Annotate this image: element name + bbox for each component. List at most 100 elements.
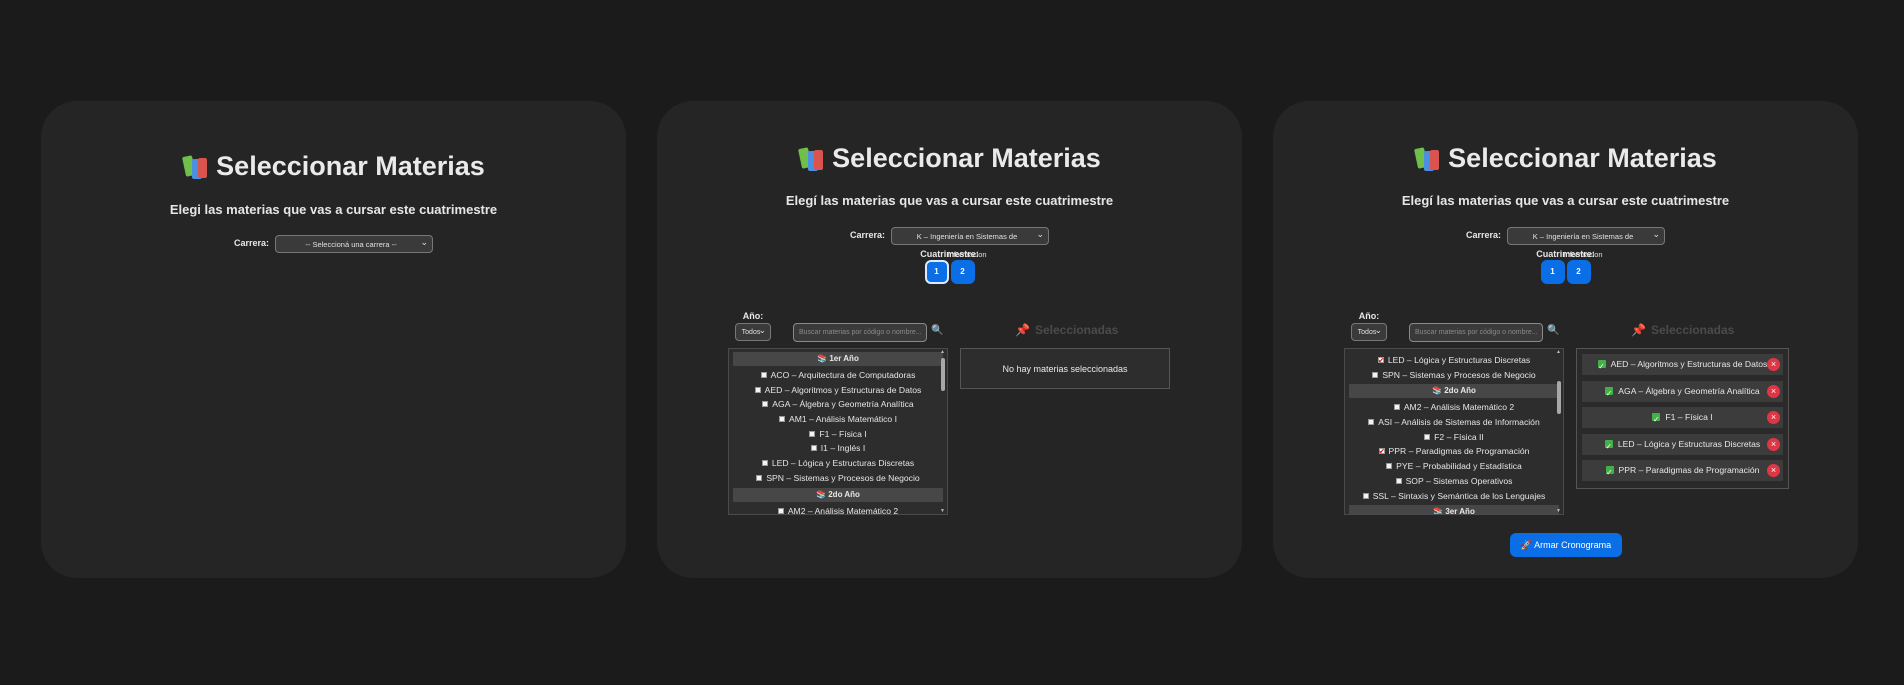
remove-icon[interactable]: × — [1767, 358, 1780, 371]
list-item[interactable]: F2 – Física II — [1345, 430, 1563, 445]
remove-icon[interactable]: × — [1767, 384, 1780, 398]
remove-icon[interactable]: × — [1767, 437, 1780, 451]
list-item[interactable]: LED – Lógica y Estructuras Discretas — [729, 456, 947, 471]
page-title: Seleccionar Materias — [1273, 143, 1858, 174]
cuatrimestre-buttons: 12 — [1273, 260, 1858, 284]
search-icon: 🔍 — [1547, 325, 1560, 336]
materia-checkbox[interactable] — [760, 372, 767, 378]
carrera-label: Carrera: — [1465, 230, 1502, 241]
list-item[interactable]: I1 – Inglés I — [729, 441, 947, 456]
materia-checkbox[interactable] — [1395, 477, 1402, 484]
materia-checkbox[interactable] — [756, 474, 763, 481]
materia-checkbox[interactable] — [761, 460, 768, 467]
books-icon — [182, 153, 210, 179]
carrera-row: Carrera: K – Ingeniería en Sistemas de In… — [1273, 225, 1858, 259]
materia-checkbox[interactable] — [809, 430, 816, 437]
cuatrimestre-2-button[interactable]: 2 — [1566, 260, 1591, 284]
scroll-thumb[interactable] — [941, 358, 945, 391]
carrera-label: Carrera: — [233, 238, 270, 249]
materia-checkbox[interactable] — [1362, 492, 1369, 499]
anio-label: Año: — [742, 311, 764, 321]
list-item[interactable]: LED – Lógica y Estructuras Discretas — [1345, 353, 1563, 369]
list-scrollbar[interactable]: ▲ ▼ — [940, 349, 946, 514]
anio-label: Año: — [1358, 311, 1380, 321]
cuatrimestre-1-button[interactable]: 1 — [1540, 260, 1565, 284]
materia-checkbox[interactable] — [1377, 354, 1385, 369]
books-icon — [1414, 145, 1442, 171]
scroll-down-icon[interactable]: ▼ — [1556, 508, 1561, 514]
seleccionadas-title-text: Seleccionadas — [1034, 323, 1119, 337]
list-item[interactable]: AGA – Álgebra y Geometría Analítica — [729, 397, 947, 412]
cuatrimestre-1-button[interactable]: 1 — [924, 260, 949, 284]
selected-item: PPR – Paradigmas de Programación × — [1582, 460, 1783, 483]
anio-filter: Año: Todos — [1351, 311, 1387, 341]
search-input[interactable]: Buscar materias por código o nombre... — [793, 323, 927, 342]
materia-checkbox[interactable] — [1368, 419, 1375, 426]
list-item[interactable]: SOP – Sistemas Operativos — [1345, 474, 1563, 489]
scroll-up-icon[interactable]: ▲ — [940, 349, 945, 355]
list-item[interactable]: AM2 – Análisis Matemático 2 — [729, 504, 947, 514]
panel-step-2: Seleccionar Materias Elegí las materias … — [657, 101, 1242, 578]
page-title: Seleccionar Materias — [41, 151, 626, 182]
selected-item: AGA – Álgebra y Geometría Analítica × — [1582, 380, 1783, 404]
scroll-down-icon[interactable]: ▼ — [940, 508, 945, 514]
list-item[interactable]: SSL – Sintaxis y Semántica de los Lengua… — [1345, 489, 1563, 504]
armar-cronograma-label: Armar Cronograma — [1534, 540, 1612, 550]
materia-checkbox[interactable] — [1386, 463, 1393, 470]
materia-checkbox[interactable] — [1393, 404, 1400, 411]
materia-checkbox[interactable] — [762, 401, 769, 408]
page-title-text: Seleccionar Materias — [1448, 143, 1717, 173]
materia-checkbox[interactable] — [1372, 371, 1379, 378]
materias-list[interactable]: LED – Lógica y Estructuras Discretas SPN … — [1344, 348, 1564, 515]
pin-icon: 📌 — [1015, 323, 1030, 337]
materia-checkbox[interactable] — [1424, 433, 1431, 440]
cuatrimestre-2-button[interactable]: 2 — [950, 260, 975, 284]
materia-checkbox[interactable] — [777, 507, 784, 514]
carrera-label: Carrera: — [849, 230, 886, 241]
materias-list[interactable]: 📚 1er Año ACO – Arquitectura de Computado… — [728, 348, 948, 515]
materia-checkbox[interactable] — [779, 416, 786, 423]
year-header: 📚 2do Año — [1349, 384, 1559, 399]
search-icon: 🔍 — [931, 325, 944, 336]
remove-icon[interactable]: × — [1767, 411, 1780, 424]
carrera-row: Carrera: K – Ingeniería en Sistemas de In… — [657, 225, 1242, 259]
list-item[interactable]: AM1 – Análisis Matemático I — [729, 412, 947, 427]
anio-filter: Año: Todos — [735, 311, 771, 341]
panel-step-3: Seleccionar Materias Elegí las materias … — [1273, 101, 1858, 578]
remove-icon[interactable]: × — [1767, 464, 1780, 477]
list-item[interactable]: SPN – Sistemas y Procesos de Negocio — [729, 471, 947, 486]
selected-item: F1 – Física I × — [1582, 407, 1783, 430]
anio-select[interactable]: Todos — [735, 321, 771, 341]
scroll-up-icon[interactable]: ▲ — [1556, 349, 1561, 355]
carrera-select[interactable]: K – Ingeniería en Sistemas de Informacio… — [1507, 225, 1666, 259]
list-item[interactable]: F1 – Física I — [729, 427, 947, 442]
list-item[interactable]: AM2 – Análisis Matemático 2 — [1345, 400, 1563, 415]
list-item[interactable]: ACO – Arquitectura de Computadoras — [729, 368, 947, 383]
search-input[interactable]: Buscar materias por código o nombre... — [1409, 323, 1543, 342]
list-scrollbar[interactable]: ▲ ▼ — [1556, 349, 1562, 514]
carrera-select[interactable]: K – Ingeniería en Sistemas de Informacio… — [891, 225, 1050, 259]
year-header-label: 1er Año — [829, 354, 859, 363]
materia-checkbox[interactable] — [1378, 445, 1385, 460]
carrera-select[interactable]: -- Seleccioná una carrera -- — [275, 233, 434, 253]
page-title-text: Seleccionar Materias — [216, 151, 485, 181]
materia-checkbox[interactable] — [810, 445, 817, 452]
list-item[interactable]: ASI – Análisis de Sistemas de Informació… — [1345, 415, 1563, 430]
empty-selection: No hay materias seleccionadas — [960, 348, 1170, 389]
year-header: 📚 2do Año — [733, 487, 943, 502]
list-item[interactable]: PYE – Probabilidad y Estadística — [1345, 459, 1563, 474]
selected-item: LED – Lógica y Estructuras Discretas × — [1582, 433, 1783, 457]
list-item[interactable]: SPN – Sistemas y Procesos de Negocio — [1345, 368, 1563, 383]
list-item[interactable]: PPR – Paradigmas de Programación — [1345, 444, 1563, 460]
armar-cronograma-button[interactable]: 🚀 Armar Cronograma — [1510, 533, 1622, 557]
materia-checkbox[interactable] — [754, 386, 761, 393]
list-item[interactable]: AED – Algoritmos y Estructuras de Datos — [729, 383, 947, 398]
carrera-row: Carrera: -- Seleccioná una carrera -- — [41, 233, 626, 253]
materias-rows: LED – Lógica y Estructuras Discretas SPN … — [1345, 349, 1563, 515]
seleccionadas-title-text: Seleccionadas — [1650, 323, 1735, 337]
anio-select[interactable]: Todos — [1351, 321, 1387, 341]
seleccionadas-title: 📌 Seleccionadas — [1631, 323, 1734, 337]
scroll-thumb[interactable] — [1557, 381, 1561, 414]
materia-label: F2 – Física II — [1434, 431, 1484, 442]
year-header-label: 3er Año — [1445, 507, 1475, 515]
